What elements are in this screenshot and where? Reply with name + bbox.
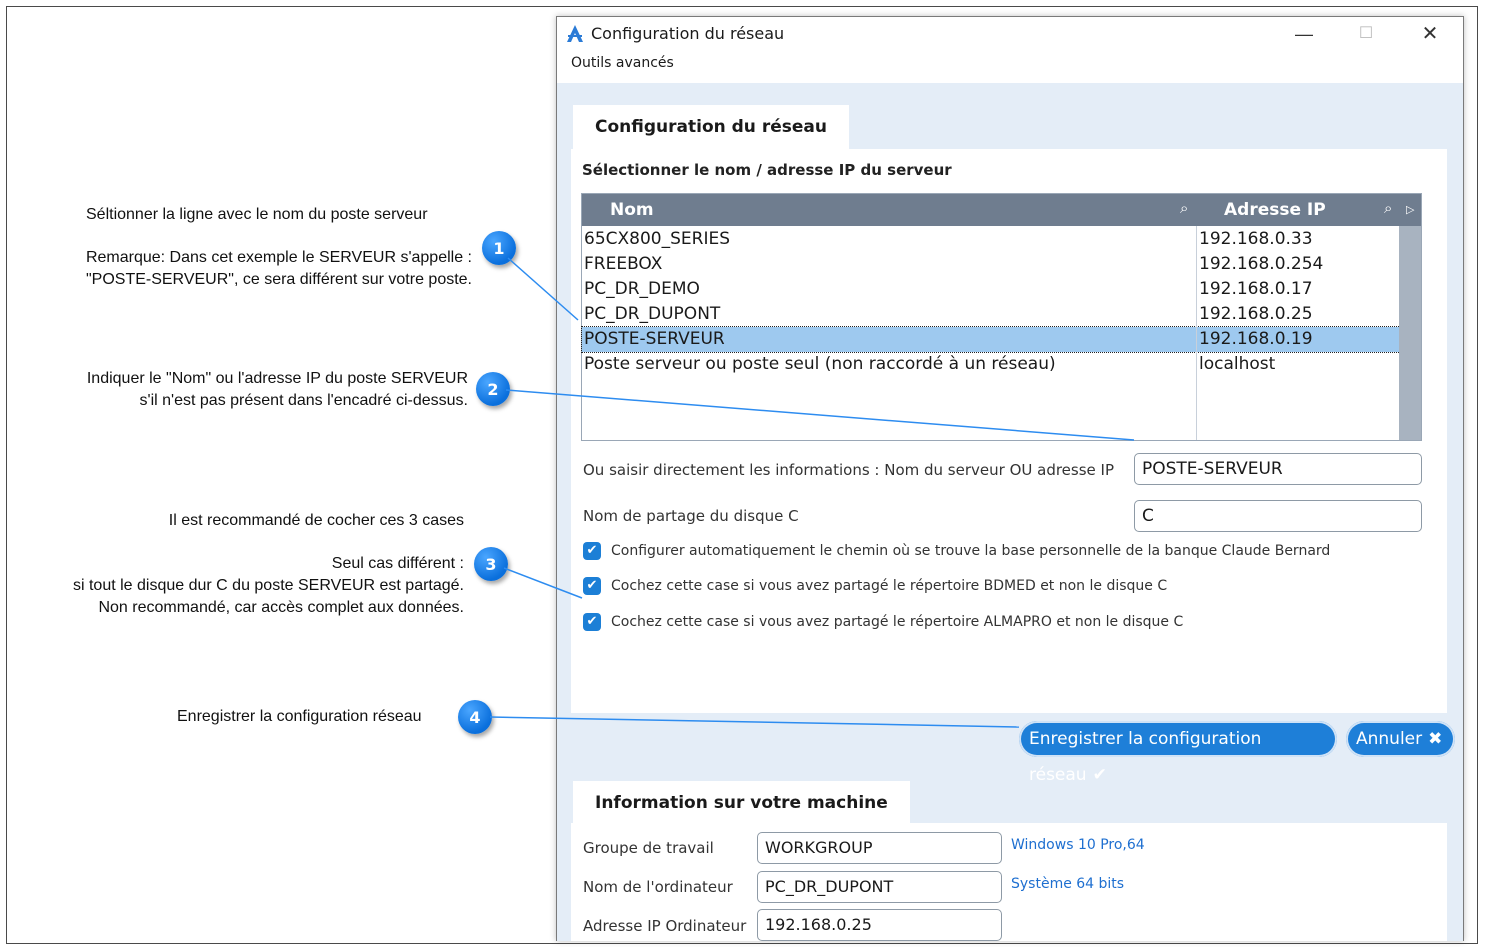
save-config-button[interactable]: Enregistrer la configuration réseau ✔ bbox=[1019, 721, 1337, 785]
cell-name: Poste serveur ou poste seul (non raccord… bbox=[584, 354, 1056, 374]
table-row[interactable]: PC_DR_DUPONT 192.168.0.25 bbox=[582, 302, 1400, 327]
computer-ip-label: Adresse IP Ordinateur bbox=[583, 917, 747, 935]
annotation-2-line1: Indiquer le "Nom" ou l'adresse IP du pos… bbox=[86, 370, 468, 387]
checkbox-checked-icon[interactable]: ✔ bbox=[583, 577, 601, 595]
checkbox-bdmed[interactable]: ✔ Cochez cette case si vous avez partagé … bbox=[583, 577, 1167, 595]
cell-name: FREEBOX bbox=[584, 254, 663, 274]
search-ip-icon[interactable]: ⌕ bbox=[1384, 200, 1392, 217]
column-divider bbox=[1196, 226, 1197, 440]
checkbox-auto-path[interactable]: ✔ Configurer automatiquement le chemin où… bbox=[583, 542, 1330, 560]
cell-name: 65CX800_SERIES bbox=[584, 229, 730, 249]
close-x-icon: ✖ bbox=[1428, 729, 1443, 749]
table-row[interactable]: FREEBOX 192.168.0.254 bbox=[582, 252, 1400, 277]
cell-ip: 192.168.0.17 bbox=[1199, 279, 1313, 299]
cancel-button[interactable]: Annuler ✖ bbox=[1346, 721, 1455, 757]
annotation-2: Indiquer le "Nom" ou l'adresse IP du pos… bbox=[20, 368, 468, 412]
table-scrollbar[interactable] bbox=[1399, 226, 1421, 440]
computer-ip-field[interactable]: 192.168.0.25 bbox=[757, 909, 1002, 941]
annotation-1-title: Séltionner la ligne avec le nom du poste… bbox=[86, 206, 428, 223]
checkbox-checked-icon[interactable]: ✔ bbox=[583, 613, 601, 631]
cell-name: PC_DR_DEMO bbox=[584, 279, 700, 299]
checkbox-almapro[interactable]: ✔ Cochez cette case si vous avez partagé … bbox=[583, 613, 1183, 631]
cell-ip: 192.168.0.254 bbox=[1199, 254, 1324, 274]
annotation-1-note: Remarque: Dans cet exemple le SERVEUR s'… bbox=[30, 247, 472, 291]
search-name-icon[interactable]: ⌕ bbox=[1180, 200, 1188, 217]
tab-machine-info[interactable]: Information sur votre machine bbox=[573, 781, 910, 825]
annotation-3-line3: si tout le disque dur C du poste SERVEUR… bbox=[72, 577, 464, 594]
direct-entry-label: Ou saisir directement les informations :… bbox=[583, 461, 1114, 479]
annotation-4: Enregistrer la configuration réseau bbox=[177, 708, 422, 725]
close-button[interactable]: ✕ bbox=[1407, 21, 1453, 47]
column-header-ip[interactable]: Adresse IP bbox=[1224, 200, 1326, 220]
os-info-text: Windows 10 Pro,64 bbox=[1011, 837, 1145, 853]
checkbox-almapro-label: Cochez cette case si vous avez partagé l… bbox=[611, 614, 1184, 630]
server-table: Nom ⌕ Adresse IP ⌕ ▷ 65CX800_SERIES 192.1… bbox=[581, 193, 1422, 441]
callout-badge-4: 4 bbox=[458, 700, 492, 734]
cell-ip: localhost bbox=[1199, 354, 1276, 374]
callout-badge-1: 1 bbox=[482, 231, 516, 265]
workgroup-label: Groupe de travail bbox=[583, 839, 714, 857]
annotation-3-line2: Seul cas différent : bbox=[331, 555, 464, 572]
checkbox-bdmed-label: Cochez cette case si vous avez partagé l… bbox=[611, 578, 1168, 594]
callout-badge-3: 3 bbox=[474, 547, 508, 581]
cell-name: POSTE-SERVEUR bbox=[584, 329, 725, 349]
table-row[interactable]: Poste serveur ou poste seul (non raccord… bbox=[582, 352, 1400, 377]
table-row-selected[interactable]: POSTE-SERVEUR 192.168.0.19 bbox=[581, 326, 1401, 353]
column-header-name[interactable]: Nom bbox=[610, 200, 654, 220]
column-menu-arrow-icon[interactable]: ▷ bbox=[1406, 203, 1414, 216]
server-table-header: Nom ⌕ Adresse IP ⌕ ▷ bbox=[582, 194, 1421, 226]
annotation-3-title: Il est recommandé de cocher ces 3 cases bbox=[168, 512, 464, 529]
minimize-button[interactable]: — bbox=[1281, 21, 1327, 47]
cell-ip: 192.168.0.19 bbox=[1199, 329, 1313, 349]
tab-network-config[interactable]: Configuration du réseau bbox=[573, 105, 849, 149]
annotation-1-note-line2: "POSTE-SERVEUR", ce sera différent sur v… bbox=[85, 271, 472, 288]
annotation-1-note-line1: Remarque: Dans cet exemple le SERVEUR s'… bbox=[85, 249, 472, 266]
menu-advanced-tools[interactable]: Outils avancés bbox=[571, 55, 674, 71]
computer-name-field[interactable]: PC_DR_DUPONT bbox=[757, 871, 1002, 903]
window-title: Configuration du réseau bbox=[591, 24, 785, 43]
server-select-label: Sélectionner le nom / adresse IP du serv… bbox=[582, 161, 952, 179]
table-row[interactable]: PC_DR_DEMO 192.168.0.17 bbox=[582, 277, 1400, 302]
app-logo-icon bbox=[567, 25, 583, 42]
workgroup-field[interactable]: WORKGROUP bbox=[757, 832, 1002, 864]
checkbox-checked-icon[interactable]: ✔ bbox=[583, 542, 601, 560]
title-bar: Configuration du réseau — ☐ ✕ bbox=[557, 17, 1463, 51]
annotation-3-line4: Non recommandé, car accès complet aux do… bbox=[98, 599, 464, 616]
computer-name-label: Nom de l'ordinateur bbox=[583, 878, 733, 896]
checkbox-auto-path-label: Configurer automatiquement le chemin où … bbox=[611, 543, 1331, 559]
cancel-button-label: Annuler bbox=[1356, 729, 1423, 749]
cell-ip: 192.168.0.25 bbox=[1199, 304, 1313, 324]
annotation-3-note: Seul cas différent : si tout le disque d… bbox=[10, 553, 464, 619]
arch-info-text: Système 64 bits bbox=[1011, 876, 1125, 892]
cell-name: PC_DR_DUPONT bbox=[584, 304, 721, 324]
network-config-window: Configuration du réseau — ☐ ✕ Outils ava… bbox=[556, 16, 1464, 941]
share-name-label: Nom de partage du disque C bbox=[583, 507, 799, 525]
callout-badge-2: 2 bbox=[476, 372, 510, 406]
window-body: Configuration du réseau Sélectionner le … bbox=[557, 83, 1463, 941]
save-config-button-label: Enregistrer la configuration réseau bbox=[1029, 729, 1262, 785]
checkmark-icon: ✔ bbox=[1092, 765, 1107, 785]
share-name-input[interactable]: C bbox=[1134, 500, 1422, 532]
table-row[interactable]: 65CX800_SERIES 192.168.0.33 bbox=[582, 227, 1400, 252]
server-name-input[interactable]: POSTE-SERVEUR bbox=[1134, 453, 1422, 485]
maximize-button[interactable]: ☐ bbox=[1343, 21, 1389, 47]
cell-ip: 192.168.0.33 bbox=[1199, 229, 1313, 249]
annotation-2-line2: s'il n'est pas présent dans l'encadré ci… bbox=[139, 392, 468, 409]
